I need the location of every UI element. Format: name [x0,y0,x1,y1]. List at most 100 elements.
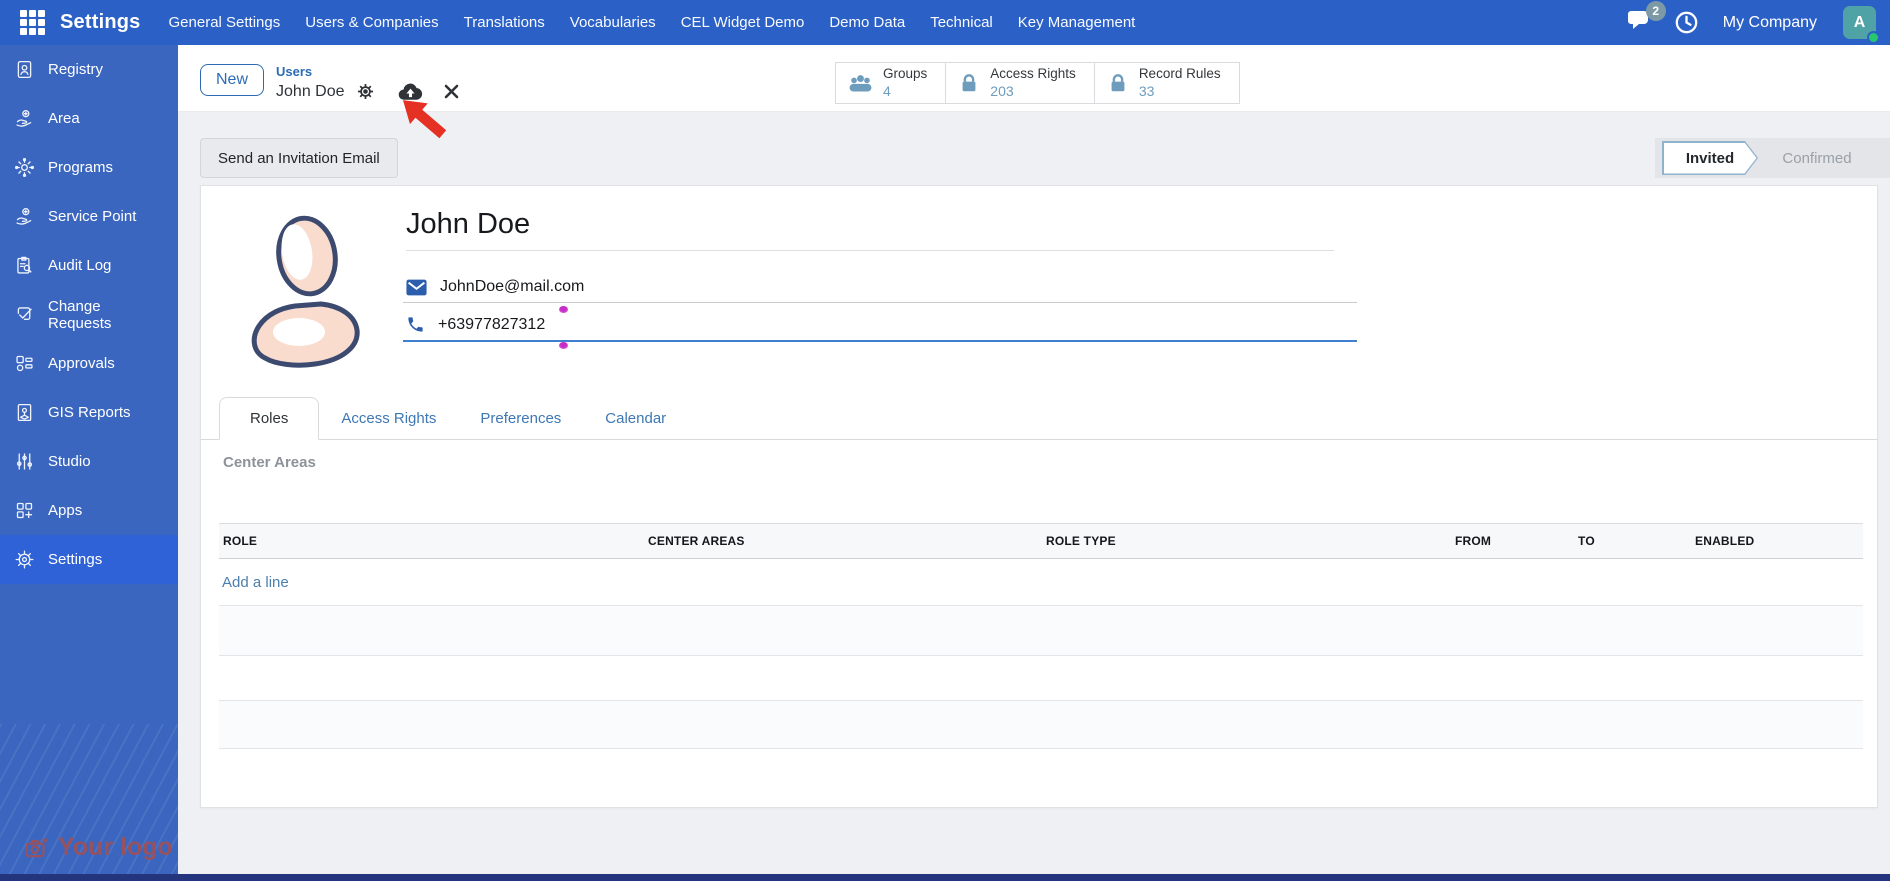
menu-key-management[interactable]: Key Management [1018,14,1136,31]
email-row: JohnDoe@mail.com [403,278,1357,303]
statusbar-state-invited[interactable]: Invited [1662,141,1758,175]
empty-table-row [219,656,1863,701]
email-input[interactable]: JohnDoe@mail.com [440,278,584,296]
stat-label: Access Rights [990,66,1076,81]
bottom-edge-strip [0,874,1890,881]
app-grid-plus-icon [16,502,33,519]
add-a-line-link[interactable]: Add a line [222,574,289,591]
name-input[interactable]: John Doe [406,208,1334,251]
messages-badge: 2 [1645,0,1666,21]
sidebar-logo: Your logo [24,833,173,862]
magenta-dot-annotation [559,342,568,349]
magenta-dot-annotation [559,306,568,313]
sidebar-item-label: Area [48,110,80,127]
stat-button-access-rights[interactable]: Access Rights 203 [945,63,1094,104]
sidebar-item-settings[interactable]: Settings [0,535,178,584]
sidebar-item-area[interactable]: Area [0,94,178,143]
sidebar-item-registry[interactable]: Registry [0,45,178,94]
empty-table-row [219,701,1863,749]
apps-grid-icon[interactable] [20,10,45,35]
hand-pin-icon [16,208,32,225]
new-button[interactable]: New [200,64,265,96]
breadcrumb-current-record: John Doe [276,82,345,100]
stat-button-record-rules[interactable]: Record Rules 33 [1093,63,1239,104]
sidebar-item-apps[interactable]: Apps [0,486,178,535]
menu-general-settings[interactable]: General Settings [169,14,281,31]
app-title: Settings [60,11,141,33]
stat-label: Groups [883,66,928,81]
gear-icon [15,550,34,569]
column-header-from: FROM [1455,534,1492,548]
menu-translations[interactable]: Translations [464,14,545,31]
sidebar-item-label: Audit Log [48,257,112,274]
table-add-line-row: Add a line [219,559,1863,606]
statusbar-state-confirmed[interactable]: Confirmed [1758,150,1890,167]
empty-table-row [219,606,1863,656]
clock-icon[interactable] [1674,10,1699,35]
menu-technical[interactable]: Technical [930,14,993,31]
sidebar-item-label: Approvals [48,355,115,372]
sidebar-item-label: Service Point [48,208,137,225]
sidebar-item-approvals[interactable]: Approvals [0,339,178,388]
phone-row: +63977827312 [403,315,1357,342]
stat-button-group: Groups 4 Access Rights 203 Record Rules … [835,62,1240,105]
sidebar: Registry Area Programs Service Point Aud… [0,45,178,874]
sidebar-item-service-point[interactable]: Service Point [0,192,178,241]
sliders-icon [16,453,33,470]
menu-demo-data[interactable]: Demo Data [829,14,905,31]
sidebar-item-label: Change Requests [48,297,112,332]
stat-value: 203 [990,82,1014,99]
user-avatar[interactable]: A [1843,6,1880,44]
top-navbar: Settings General Settings Users & Compan… [0,0,1890,45]
lock-icon [1111,73,1125,91]
online-status-dot [1867,31,1880,44]
stat-button-groups[interactable]: Groups 4 [836,63,946,104]
sidebar-item-gis-reports[interactable]: GIS Reports [0,388,178,437]
menu-users-companies[interactable]: Users & Companies [305,14,438,31]
company-switcher[interactable]: My Company [1723,14,1817,32]
sidebar-item-change-requests[interactable]: Change Requests [0,290,178,339]
avatar-initial: A [1853,13,1866,31]
phone-icon [408,317,423,332]
tab-access-rights[interactable]: Access Rights [319,398,458,439]
menu-vocabularies[interactable]: Vocabularies [570,14,656,31]
map-document-icon [17,403,32,422]
sidebar-item-label: Apps [48,502,83,519]
check-box-icon [17,307,32,320]
notebook-tabs: Roles Access Rights Preferences Calendar [201,393,1877,440]
messages-button[interactable]: 2 [1627,0,1666,37]
gear-flower-icon [15,158,34,177]
camera-plus-icon [25,837,48,857]
breadcrumb: New Users John Doe [200,64,459,102]
tab-calendar[interactable]: Calendar [583,398,688,439]
layout-blocks-icon [16,355,33,372]
column-header-role: ROLE [223,534,258,548]
gear-icon[interactable] [356,82,375,101]
empty-table-row [219,749,1863,806]
sidebar-item-label: Settings [48,551,103,568]
stat-value: 33 [1138,82,1155,99]
column-header-role-type: ROLE TYPE [1046,534,1116,548]
profile-image-placeholder[interactable] [247,206,367,370]
form-sheet: John Doe JohnDoe@mail.com +63977827312 R… [200,185,1878,808]
phone-input[interactable]: +63977827312 [438,316,545,334]
menu-cel-widget-demo[interactable]: CEL Widget Demo [681,14,805,31]
hand-pin-icon [16,110,32,127]
breadcrumb-users-link[interactable]: Users [276,64,459,80]
sidebar-item-studio[interactable]: Studio [0,437,178,486]
sidebar-item-audit-log[interactable]: Audit Log [0,241,178,290]
sidebar-item-label: Registry [48,61,104,78]
statusbar: Invited Confirmed [1655,138,1890,178]
tab-preferences[interactable]: Preferences [458,398,583,439]
clipboard-search-icon [17,256,32,274]
id-card-icon [17,60,32,79]
tab-roles[interactable]: Roles [219,397,320,440]
send-invitation-button[interactable]: Send an Invitation Email [200,138,398,178]
control-panel: New Users John Doe Groups 4 Access Right… [178,45,1890,139]
column-header-enabled: ENABLED [1695,534,1755,548]
roles-table-header: ROLE CENTER AREAS ROLE TYPE FROM TO ENAB… [219,523,1863,559]
top-menu: General Settings Users & Companies Trans… [169,14,1136,31]
sidebar-item-programs[interactable]: Programs [0,143,178,192]
stat-label: Record Rules [1138,66,1221,81]
stat-value: 4 [883,82,891,99]
